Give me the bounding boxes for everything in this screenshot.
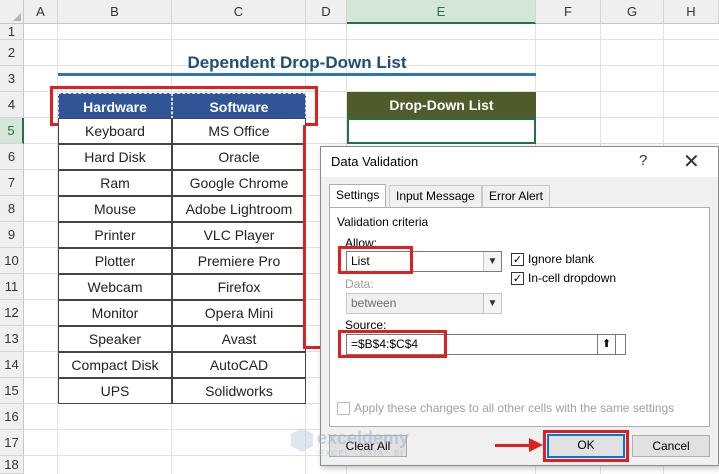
row-header-15[interactable]: 15: [0, 378, 24, 404]
exceldemy-logo-icon: [289, 426, 315, 452]
ignore-blank-checkbox[interactable]: ✓: [511, 253, 524, 266]
table-cell-software[interactable]: Firefox: [172, 274, 306, 300]
table-cell-hardware[interactable]: Speaker: [58, 326, 172, 352]
table-cell-hardware[interactable]: Printer: [58, 222, 172, 248]
column-header-a[interactable]: A: [24, 0, 58, 24]
validation-criteria-label: Validation criteria: [337, 215, 429, 229]
row-header-4[interactable]: 4: [0, 92, 24, 118]
row-header-11[interactable]: 11: [0, 274, 24, 300]
row-header-1[interactable]: 1: [0, 24, 24, 40]
dropdown-cell-e5[interactable]: [347, 118, 536, 144]
dialog-title: Data Validation: [331, 154, 419, 169]
arrow-head-icon: [529, 438, 543, 452]
table-cell-software[interactable]: Avast: [172, 326, 306, 352]
row-header-5[interactable]: 5: [0, 118, 24, 144]
table-cell-hardware[interactable]: Hard Disk: [58, 144, 172, 170]
table-cell-software[interactable]: Opera Mini: [172, 300, 306, 326]
data-validation-dialog: Data Validation ? ✕ Settings Input Messa…: [291, 146, 719, 466]
in-cell-dropdown-checkbox[interactable]: ✓: [511, 272, 524, 285]
help-icon[interactable]: ?: [639, 152, 647, 169]
row-header-16[interactable]: 16: [0, 404, 24, 430]
table-cell-software[interactable]: Solidworks: [172, 378, 306, 404]
table-cell-hardware[interactable]: Keyboard: [58, 118, 172, 144]
watermark-tagline: EXCEL · DATA · BI: [319, 449, 404, 458]
gridline-horizontal: [24, 39, 719, 40]
table-cell-hardware[interactable]: Compact Disk: [58, 352, 172, 378]
table-cell-software[interactable]: AutoCAD: [172, 352, 306, 378]
data-value: between: [351, 296, 397, 310]
table-cell-hardware[interactable]: Mouse: [58, 196, 172, 222]
table-cell-hardware[interactable]: Monitor: [58, 300, 172, 326]
tab-settings[interactable]: Settings: [329, 184, 387, 208]
table-cell-hardware[interactable]: Ram: [58, 170, 172, 196]
apply-all-checkbox[interactable]: [337, 402, 350, 415]
row-header-6[interactable]: 6: [0, 144, 24, 170]
tab-input-message[interactable]: Input Message: [389, 185, 482, 207]
ignore-blank-label[interactable]: Ignore blank: [528, 252, 594, 266]
row-header-13[interactable]: 13: [0, 326, 24, 352]
data-label: Data:: [345, 277, 374, 291]
column-header-h[interactable]: H: [664, 0, 719, 24]
column-header-g[interactable]: G: [601, 0, 664, 24]
tab-error-alert[interactable]: Error Alert: [482, 185, 551, 207]
select-all-corner[interactable]: [0, 0, 24, 24]
column-header-e[interactable]: E: [347, 0, 536, 24]
row-header-14[interactable]: 14: [0, 352, 24, 378]
cancel-button[interactable]: Cancel: [632, 435, 710, 457]
table-cell-hardware[interactable]: Plotter: [58, 248, 172, 274]
table-cell-hardware[interactable]: Webcam: [58, 274, 172, 300]
ok-highlight-box: [543, 430, 629, 462]
row-header-8[interactable]: 8: [0, 196, 24, 222]
apply-all-label[interactable]: Apply these changes to all other cells w…: [354, 401, 674, 415]
software-header[interactable]: Software: [172, 93, 306, 119]
hardware-header[interactable]: Hardware: [58, 93, 172, 119]
row-header-12[interactable]: 12: [0, 300, 24, 326]
connector-line-vertical: [303, 125, 306, 349]
table-cell-software[interactable]: Premiere Pro: [172, 248, 306, 274]
ok-arrow-line: [495, 444, 531, 447]
settings-panel: [329, 207, 710, 427]
table-cell-hardware[interactable]: UPS: [58, 378, 172, 404]
column-header-f[interactable]: F: [536, 0, 601, 24]
checkmark-icon: ✓: [512, 254, 523, 266]
row-header-17[interactable]: 17: [0, 430, 24, 456]
table-cell-software[interactable]: Google Chrome: [172, 170, 306, 196]
data-select: between ▼: [346, 293, 502, 314]
column-header-c[interactable]: C: [172, 0, 306, 24]
row-header-7[interactable]: 7: [0, 170, 24, 196]
chevron-down-icon[interactable]: ▼: [483, 252, 501, 271]
table-cell-software[interactable]: Oracle: [172, 144, 306, 170]
row-header-2[interactable]: 2: [0, 40, 24, 66]
table-cell-software[interactable]: Adobe Lightroom: [172, 196, 306, 222]
row-header-9[interactable]: 9: [0, 222, 24, 248]
in-cell-dropdown-label[interactable]: In-cell dropdown: [528, 271, 616, 285]
row-header-18[interactable]: 18: [0, 456, 24, 474]
source-highlight-box: [338, 330, 447, 358]
chevron-down-icon: ▼: [483, 294, 501, 313]
dropdown-header[interactable]: Drop-Down List: [347, 92, 536, 118]
table-cell-software[interactable]: VLC Player: [172, 222, 306, 248]
allow-highlight-box: [338, 246, 413, 274]
column-header-b[interactable]: B: [58, 0, 172, 24]
row-header-3[interactable]: 3: [0, 66, 24, 92]
watermark-text: exceldemy: [317, 428, 410, 448]
column-header-d[interactable]: D: [306, 0, 347, 24]
close-icon[interactable]: ✕: [683, 149, 700, 174]
sheet-title: Dependent Drop-Down List: [58, 50, 536, 76]
range-collapse-icon[interactable]: ⬆: [597, 334, 616, 355]
table-cell-software[interactable]: MS Office: [172, 118, 306, 144]
checkmark-icon: ✓: [512, 273, 523, 285]
row-header-10[interactable]: 10: [0, 248, 24, 274]
